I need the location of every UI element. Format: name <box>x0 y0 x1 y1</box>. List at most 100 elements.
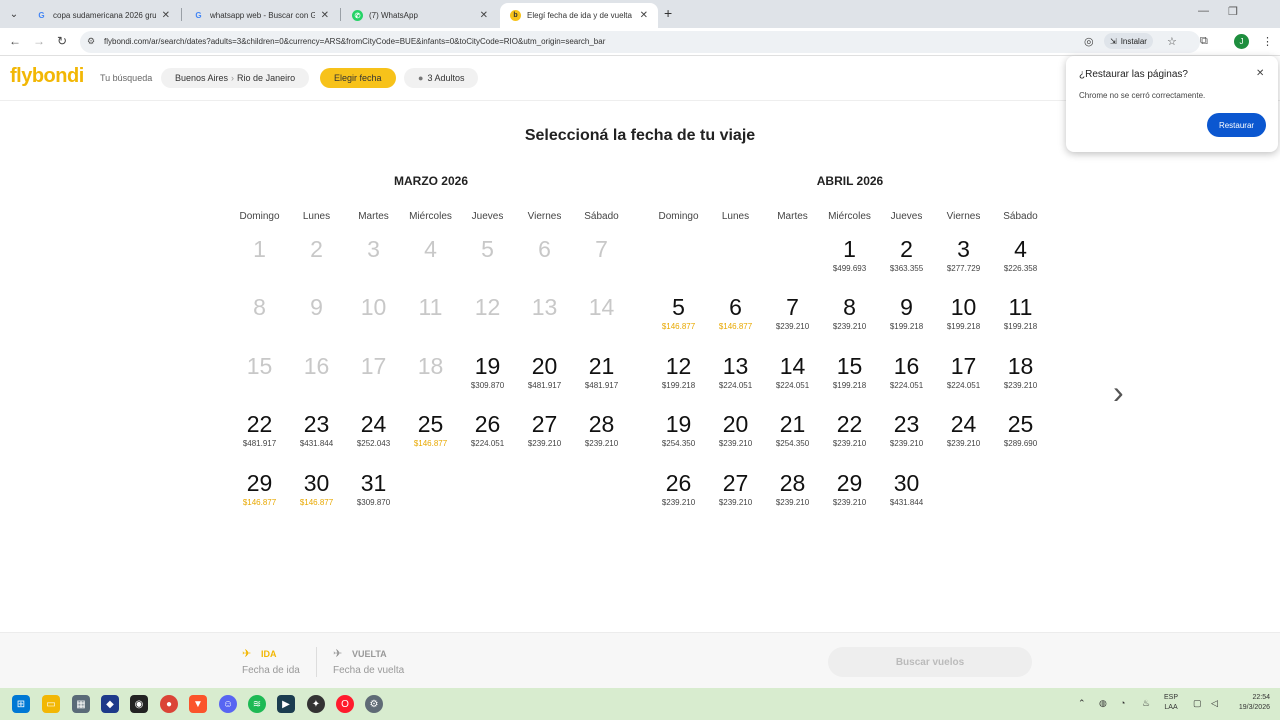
windows-start-icon[interactable]: ⊞ <box>12 695 30 713</box>
system-clock[interactable]: 22:54 19/3/2026 <box>1226 693 1270 713</box>
app-icon[interactable]: ◉ <box>130 695 148 713</box>
calendar-day[interactable]: 23 $431.844 <box>288 411 345 461</box>
volume-icon[interactable]: ◁ <box>1211 698 1218 709</box>
calendar-day[interactable]: 29 $146.877 <box>231 470 288 520</box>
browser-tab-active[interactable]: b Elegí fecha de ida y de vuelta | ✕ <box>500 3 658 28</box>
calendar-day[interactable]: 24 $252.043 <box>345 411 402 461</box>
calendar-day[interactable]: 26 $224.051 <box>459 411 516 461</box>
site-info-icon[interactable]: ⚙ <box>87 36 95 47</box>
app-icon[interactable]: ◆ <box>101 695 119 713</box>
calendar-day[interactable]: 16 $224.051 <box>878 353 935 403</box>
calendar-day[interactable]: 19 $254.350 <box>650 411 707 461</box>
calendar-day[interactable]: 6 $146.877 <box>707 294 764 344</box>
maximize-icon[interactable]: ❐ <box>1228 5 1238 18</box>
step-choose-date[interactable]: Elegir fecha <box>320 68 396 88</box>
calendar-day[interactable]: 4 $226.358 <box>992 236 1049 286</box>
calendar-day[interactable]: 3 $277.729 <box>935 236 992 286</box>
calendar-day[interactable]: 7 $239.210 <box>764 294 821 344</box>
address-bar[interactable]: ⚙ flybondi.com/ar/search/dates?adults=3&… <box>80 31 1200 53</box>
tracking-off-icon[interactable]: ◎ <box>1084 35 1094 48</box>
chrome-icon[interactable]: ● <box>160 695 178 713</box>
opera-icon[interactable]: O <box>336 695 354 713</box>
settings-gear-icon[interactable]: ⚙ <box>365 695 383 713</box>
calendar-day[interactable]: 12 $199.218 <box>650 353 707 403</box>
passengers-pill[interactable]: ● 3 Adultos <box>404 68 479 88</box>
browser-tab[interactable]: G whatsapp web - Buscar con Go ✕ <box>183 3 339 28</box>
close-icon[interactable]: ✕ <box>1256 68 1264 79</box>
calendar-day[interactable]: 26 $239.210 <box>650 470 707 520</box>
calendar-day[interactable]: 25 $289.690 <box>992 411 1049 461</box>
calendar-day[interactable]: 23 $239.210 <box>878 411 935 461</box>
calendar-day[interactable]: 27 $239.210 <box>516 411 573 461</box>
language-code: ESP <box>1164 694 1179 701</box>
network-icon[interactable]: ▢ <box>1193 698 1202 709</box>
calendar-day[interactable]: 29 $239.210 <box>821 470 878 520</box>
profile-avatar[interactable]: J <box>1234 34 1249 49</box>
calendar-day[interactable]: 10 $199.218 <box>935 294 992 344</box>
route-pill[interactable]: Buenos Aires › Rio de Janeiro <box>161 68 310 88</box>
calendar-day[interactable]: 21 $254.350 <box>764 411 821 461</box>
spotify-icon[interactable]: ≋ <box>248 695 266 713</box>
calendar-day[interactable]: 22 $239.210 <box>821 411 878 461</box>
flybondi-logo[interactable]: flybondi <box>10 65 84 88</box>
calendar-day[interactable]: 20 $239.210 <box>707 411 764 461</box>
calendar-day[interactable]: 19 $309.870 <box>459 353 516 403</box>
calendar-day[interactable]: 8 $239.210 <box>821 294 878 344</box>
tab-search-icon[interactable]: ⌄ <box>4 4 24 24</box>
calendar-day[interactable]: 1 $499.693 <box>821 236 878 286</box>
calendar-day[interactable]: 2 $363.355 <box>878 236 935 286</box>
calendar-day[interactable]: 11 $199.218 <box>992 294 1049 344</box>
calendar-day[interactable]: 31 $309.870 <box>345 470 402 520</box>
day-price: $199.218 <box>661 380 696 390</box>
tray-chevron-up-icon[interactable]: ⌃ <box>1078 698 1086 709</box>
search-flights-button[interactable]: Buscar vuelos <box>828 647 1032 677</box>
day-number: 8 <box>843 294 856 321</box>
browser-tab[interactable]: G copa sudamericana 2026 grupo ✕ <box>26 3 180 28</box>
bookmark-star-icon[interactable]: ☆ <box>1167 35 1177 48</box>
calendar-day[interactable]: 28 $239.210 <box>764 470 821 520</box>
calendar-day[interactable]: 18 $239.210 <box>992 353 1049 403</box>
reload-icon[interactable]: ↻ <box>57 34 67 48</box>
browser-tab[interactable]: ✆ (7) WhatsApp ✕ <box>342 3 498 28</box>
calendar-day[interactable]: 9 $199.218 <box>878 294 935 344</box>
install-button[interactable]: ⇲ Instalar <box>1104 33 1153 49</box>
calendar-day[interactable]: 28 $239.210 <box>573 411 630 461</box>
calendar-day[interactable]: 17 $224.051 <box>935 353 992 403</box>
app-icon[interactable]: ✦ <box>307 695 325 713</box>
menu-kebab-icon[interactable]: ⋮ <box>1262 35 1273 48</box>
tray-app-icon[interactable]: ◍ <box>1099 698 1107 709</box>
ida-date-field[interactable]: Fecha de ida <box>242 665 300 676</box>
calendar-day[interactable]: 20 $481.917 <box>516 353 573 403</box>
close-icon[interactable]: ✕ <box>640 10 648 21</box>
calendar-day[interactable]: 30 $146.877 <box>288 470 345 520</box>
close-icon[interactable]: ✕ <box>162 10 170 21</box>
calendar-day[interactable]: 15 $199.218 <box>821 353 878 403</box>
close-icon[interactable]: ✕ <box>480 10 488 21</box>
tray-app-icon[interactable]: ◔ <box>1120 698 1125 708</box>
discord-icon[interactable]: ☺ <box>219 695 237 713</box>
microphone-icon[interactable]: ♨ <box>1142 698 1150 709</box>
calendar-day[interactable]: 21 $481.917 <box>573 353 630 403</box>
calendar-day[interactable]: 13 $224.051 <box>707 353 764 403</box>
calendar-day[interactable]: 30 $431.844 <box>878 470 935 520</box>
app-icon[interactable]: ▶ <box>277 695 295 713</box>
back-icon[interactable]: ← <box>9 34 21 48</box>
vuelta-date-field[interactable]: Fecha de vuelta <box>333 665 404 676</box>
brave-icon[interactable]: ▼ <box>189 695 207 713</box>
calendar-day[interactable]: 24 $239.210 <box>935 411 992 461</box>
forward-icon[interactable]: → <box>33 34 45 48</box>
calendar-day[interactable]: 22 $481.917 <box>231 411 288 461</box>
day-number: 29 <box>246 469 273 496</box>
extensions-icon[interactable]: ⧉ <box>1200 35 1208 48</box>
calendar-day[interactable]: 14 $224.051 <box>764 353 821 403</box>
file-explorer-icon[interactable]: ▭ <box>42 695 60 713</box>
minimize-icon[interactable]: — <box>1198 5 1209 17</box>
new-tab-button[interactable]: + <box>664 5 672 21</box>
calculator-icon[interactable]: ▦ <box>72 695 90 713</box>
keyboard-language[interactable]: ESP LAA <box>1164 693 1178 713</box>
next-month-chevron-icon[interactable]: › <box>1113 374 1124 411</box>
close-icon[interactable]: ✕ <box>321 10 329 21</box>
calendar-day[interactable]: 27 $239.210 <box>707 470 764 520</box>
calendar-day[interactable]: 5 $146.877 <box>650 294 707 344</box>
calendar-day[interactable]: 25 $146.877 <box>402 411 459 461</box>
